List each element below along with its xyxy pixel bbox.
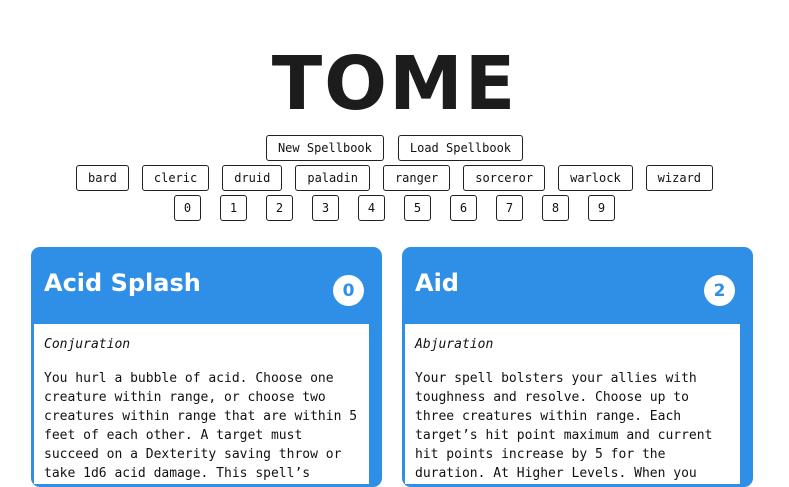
class-filter-bar: bard cleric druid paladin ranger sorcero… bbox=[0, 165, 789, 191]
level-filter-6[interactable]: 6 bbox=[450, 195, 477, 221]
level-filter-0[interactable]: 0 bbox=[174, 195, 201, 221]
spell-card-title: Acid Splash bbox=[44, 269, 201, 297]
level-filter-8[interactable]: 8 bbox=[542, 195, 569, 221]
class-filter-cleric[interactable]: cleric bbox=[141, 165, 210, 191]
level-filter-3[interactable]: 3 bbox=[312, 195, 339, 221]
level-filter-5[interactable]: 5 bbox=[404, 195, 431, 221]
spell-school: Conjuration bbox=[44, 337, 131, 352]
app-logo: TOME bbox=[271, 41, 518, 127]
class-filter-paladin[interactable]: paladin bbox=[295, 165, 370, 191]
spellbook-actions: New Spellbook Load Spellbook bbox=[0, 135, 789, 161]
level-filter-7[interactable]: 7 bbox=[496, 195, 523, 221]
class-filter-druid[interactable]: druid bbox=[222, 165, 283, 191]
level-filter-2[interactable]: 2 bbox=[266, 195, 293, 221]
class-filter-wizard[interactable]: wizard bbox=[645, 165, 714, 191]
spell-level-badge: 2 bbox=[704, 275, 735, 306]
spell-level-badge: 0 bbox=[333, 275, 364, 306]
spell-card-body: Abjuration Your spell bolsters your alli… bbox=[405, 324, 740, 484]
level-filter-9[interactable]: 9 bbox=[588, 195, 615, 221]
level-filter-1[interactable]: 1 bbox=[220, 195, 247, 221]
new-spellbook-button[interactable]: New Spellbook bbox=[265, 135, 384, 161]
class-filter-sorceror[interactable]: sorceror bbox=[463, 165, 546, 191]
spell-description: Your spell bolsters your allies with tou… bbox=[415, 371, 713, 481]
class-filter-bard[interactable]: bard bbox=[75, 165, 129, 191]
load-spellbook-button[interactable]: Load Spellbook bbox=[397, 135, 524, 161]
spell-card-title: Aid bbox=[415, 269, 459, 297]
class-filter-ranger[interactable]: ranger bbox=[382, 165, 451, 191]
spell-card-body: Conjuration You hurl a bubble of acid. C… bbox=[34, 324, 369, 484]
level-filter-bar: 0 1 2 3 4 5 6 7 8 9 bbox=[0, 195, 789, 221]
spell-school: Abjuration bbox=[415, 337, 494, 352]
class-filter-warlock[interactable]: warlock bbox=[558, 165, 633, 191]
level-filter-4[interactable]: 4 bbox=[358, 195, 385, 221]
spell-description: You hurl a bubble of acid. Choose one cr… bbox=[44, 371, 358, 481]
